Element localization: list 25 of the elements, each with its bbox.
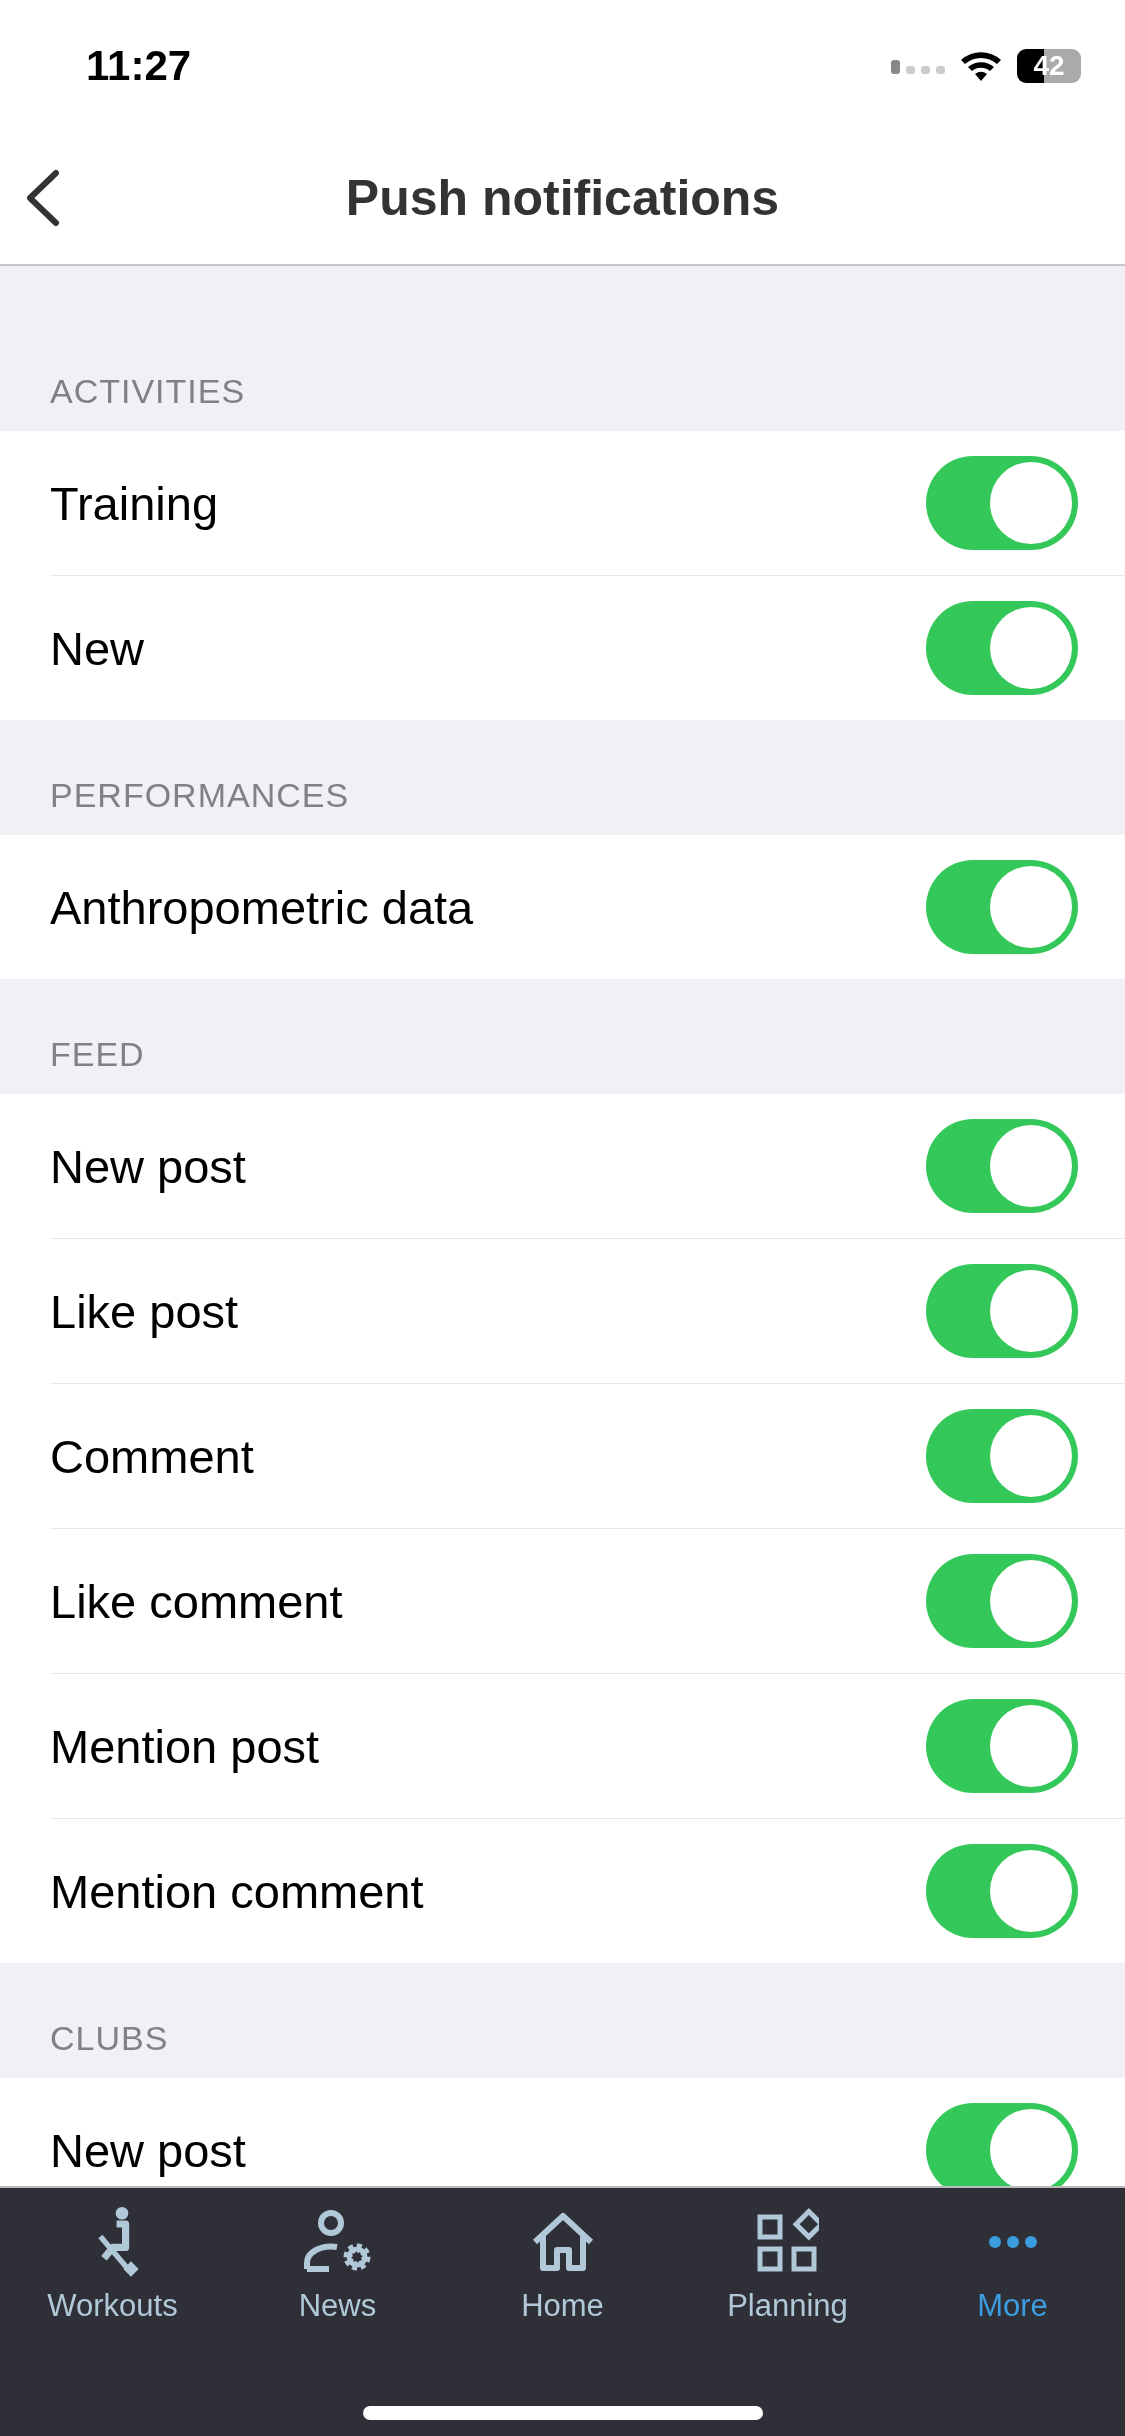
setting-label: Like post — [50, 1283, 239, 1339]
section-header: PERFORMANCES — [50, 776, 350, 815]
setting-label: Anthropometric data — [50, 879, 474, 935]
tab-item[interactable]: Workouts — [0, 2188, 225, 2368]
signal-icon — [891, 58, 945, 74]
section-header: ACTIVITIES — [50, 372, 246, 411]
setting-label: Like comment — [50, 1573, 343, 1629]
back-icon[interactable] — [24, 169, 60, 227]
setting-label: Mention comment — [50, 1863, 424, 1919]
tab-item[interactable]: More — [900, 2188, 1125, 2368]
setting-label: New post — [50, 1138, 246, 1194]
tab-item[interactable]: Home — [450, 2188, 675, 2368]
section-header: CLUBS — [50, 2019, 169, 2058]
more-icon — [987, 2235, 1038, 2249]
setting-label: Training — [50, 475, 219, 531]
status-time: 11:27 — [86, 42, 192, 90]
setting-label: New post — [50, 2122, 246, 2178]
tab-item[interactable]: News — [225, 2188, 450, 2368]
tab-item[interactable]: Planning — [675, 2188, 900, 2368]
section-header: FEED — [50, 1035, 145, 1074]
setting-label: New — [50, 620, 145, 676]
wifi-icon — [959, 49, 1003, 83]
setting-label: Comment — [50, 1428, 254, 1484]
setting-label: Mention post — [50, 1718, 320, 1774]
page-title: Push notifications — [345, 169, 780, 227]
